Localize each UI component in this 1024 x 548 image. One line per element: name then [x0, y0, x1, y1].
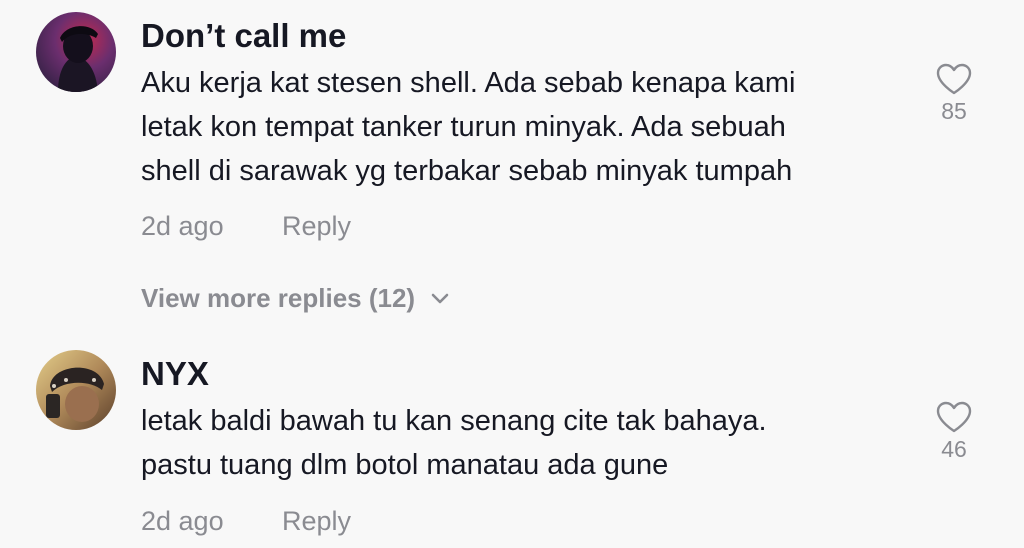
view-more-replies-button[interactable]: View more replies (12) [141, 283, 449, 314]
avatar[interactable] [36, 12, 116, 92]
comment-username[interactable]: NYX [141, 355, 209, 393]
heart-outline-icon [936, 63, 972, 95]
like-button[interactable]: 85 [922, 62, 986, 125]
reply-button[interactable]: Reply [282, 211, 351, 242]
comment-text: letak baldi bawah tu kan senang cite tak… [141, 399, 901, 487]
like-count: 85 [941, 98, 967, 124]
comment-timestamp: 2d ago [141, 211, 224, 241]
comment-text-line: letak baldi bawah tu kan senang cite tak… [141, 405, 767, 437]
like-count: 46 [941, 436, 967, 462]
avatar[interactable] [36, 350, 116, 430]
comment-text-line: shell di sarawak yg terbakar sebab minya… [141, 155, 793, 187]
comment-timestamp: 2d ago [141, 506, 224, 536]
reply-button[interactable]: Reply [282, 506, 351, 537]
comment-text-line: pastu tuang dlm botol manatau ada gune [141, 449, 669, 481]
view-more-replies-label: View more replies (12) [141, 283, 416, 313]
avatar-image [36, 350, 116, 430]
heart-outline-icon [936, 401, 972, 433]
avatar-image [36, 12, 116, 92]
comment-text-line: Aku kerja kat stesen shell. Ada sebab ke… [141, 67, 796, 99]
comment-text: Aku kerja kat stesen shell. Ada sebab ke… [141, 61, 901, 193]
comment-meta: 2d ago Reply [141, 211, 351, 242]
comment-text-line: letak kon tempat tanker turun minyak. Ad… [141, 111, 786, 143]
comment-username[interactable]: Don’t call me [141, 17, 346, 55]
like-button[interactable]: 46 [922, 400, 986, 463]
chevron-down-icon [431, 293, 449, 303]
comment-meta: 2d ago Reply [141, 506, 351, 537]
